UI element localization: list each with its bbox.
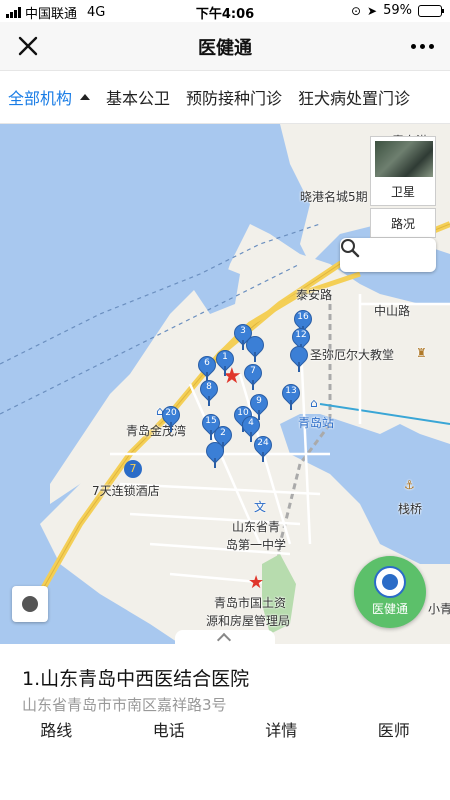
hospital-pin[interactable]: 6	[194, 352, 220, 382]
filter-tabs: 全部机构 基本公卫 预防接种门诊 狂犬病处置门诊	[0, 70, 450, 124]
traffic-toggle[interactable]: 路况	[370, 208, 436, 238]
doctor-button[interactable]: 医师	[338, 716, 450, 746]
filter-tab-label: 全部机构	[8, 89, 73, 108]
satellite-label: 卫星	[390, 185, 415, 199]
pier-icon: ⚓	[404, 478, 415, 492]
map-search-button[interactable]	[340, 238, 436, 272]
map-label: 中山路	[374, 304, 411, 318]
map-label: 山东省青	[232, 520, 281, 534]
hospital-pin[interactable]: 20	[158, 402, 184, 432]
hospital-pin[interactable]	[242, 332, 268, 362]
app-logo-label: 医健通	[371, 602, 408, 616]
station-icon: ⌂	[310, 396, 318, 410]
hospital-pin[interactable]	[202, 438, 228, 468]
map-label: 泰安路	[296, 288, 333, 302]
map[interactable]: 青岛港 晓港名城5期 泰安路 中山路 圣弥厄尔大教堂 青岛站 青岛金茂湾 7天连…	[0, 124, 450, 644]
hospital-pin[interactable]	[286, 342, 312, 372]
panel-expand-handle[interactable]	[175, 630, 275, 644]
locate-button[interactable]	[12, 586, 48, 622]
battery-percent: 59%	[383, 3, 412, 18]
hospital-address: 山东省青岛市市南区嘉祥路3号	[22, 696, 227, 714]
chevron-up-icon	[216, 632, 232, 644]
map-label: 晓港名城5期	[300, 190, 368, 204]
map-label: 青岛站	[298, 416, 335, 430]
map-label: 源和房屋管理局	[206, 614, 291, 628]
phone-button[interactable]: 电话	[113, 716, 226, 746]
info-panel: 1.山东青岛中西医结合医院 山东省青岛市市南区嘉祥路3号 路线 电话 详情 医师	[0, 644, 450, 800]
location-arrow-icon: ➤	[367, 3, 378, 18]
details-button[interactable]: 详情	[225, 716, 338, 746]
map-label: 圣弥厄尔大教堂	[310, 348, 395, 362]
map-label: 小青	[428, 602, 450, 616]
school-icon: 文	[254, 500, 267, 514]
hospital-name: 1.山东青岛中西医结合医院	[22, 668, 250, 690]
satellite-thumbnail	[375, 141, 433, 177]
rotation-lock-icon: ⊙	[350, 3, 362, 18]
filter-tab-public-health[interactable]: 基本公卫	[98, 85, 178, 109]
map-label: 7天连锁酒店	[92, 484, 160, 498]
status-bar: 中国联通 4G 下午4:06 ⊙ ➤ 59%	[0, 0, 450, 22]
caret-up-icon	[80, 94, 91, 100]
filter-tab-rabies[interactable]: 狂犬病处置门诊	[290, 85, 418, 109]
action-bar: 路线 电话 详情 医师	[0, 716, 450, 746]
close-icon[interactable]	[14, 32, 42, 60]
map-label: 岛第一中学	[226, 538, 287, 552]
locate-icon	[22, 596, 38, 612]
filter-tab-all[interactable]: 全部机构	[0, 85, 98, 109]
hotel-icon: 7	[124, 460, 142, 478]
map-label: 青岛市国土资	[214, 596, 287, 610]
route-button[interactable]: 路线	[0, 716, 113, 746]
more-icon[interactable]	[408, 32, 436, 60]
battery-icon	[418, 4, 444, 17]
hospital-pin[interactable]: 24	[250, 432, 276, 462]
nav-bar: 医健通	[0, 22, 450, 70]
search-icon	[341, 239, 360, 258]
hospital-pin[interactable]: 13	[278, 380, 304, 410]
page-title: 医健通	[198, 38, 252, 59]
app-logo-button[interactable]: 医健通	[354, 556, 426, 628]
church-icon: ♜	[416, 346, 427, 360]
government-star-icon: ★	[248, 572, 265, 593]
filter-tab-vaccination[interactable]: 预防接种门诊	[178, 85, 290, 109]
app-emblem-icon	[374, 566, 406, 598]
hospital-pin[interactable]: 8	[196, 376, 222, 406]
hospital-pin[interactable]: 7	[240, 360, 266, 390]
map-label: 栈桥	[398, 502, 423, 516]
hospital-pin[interactable]: 1	[212, 346, 238, 376]
satellite-toggle[interactable]: 卫星	[370, 136, 436, 206]
